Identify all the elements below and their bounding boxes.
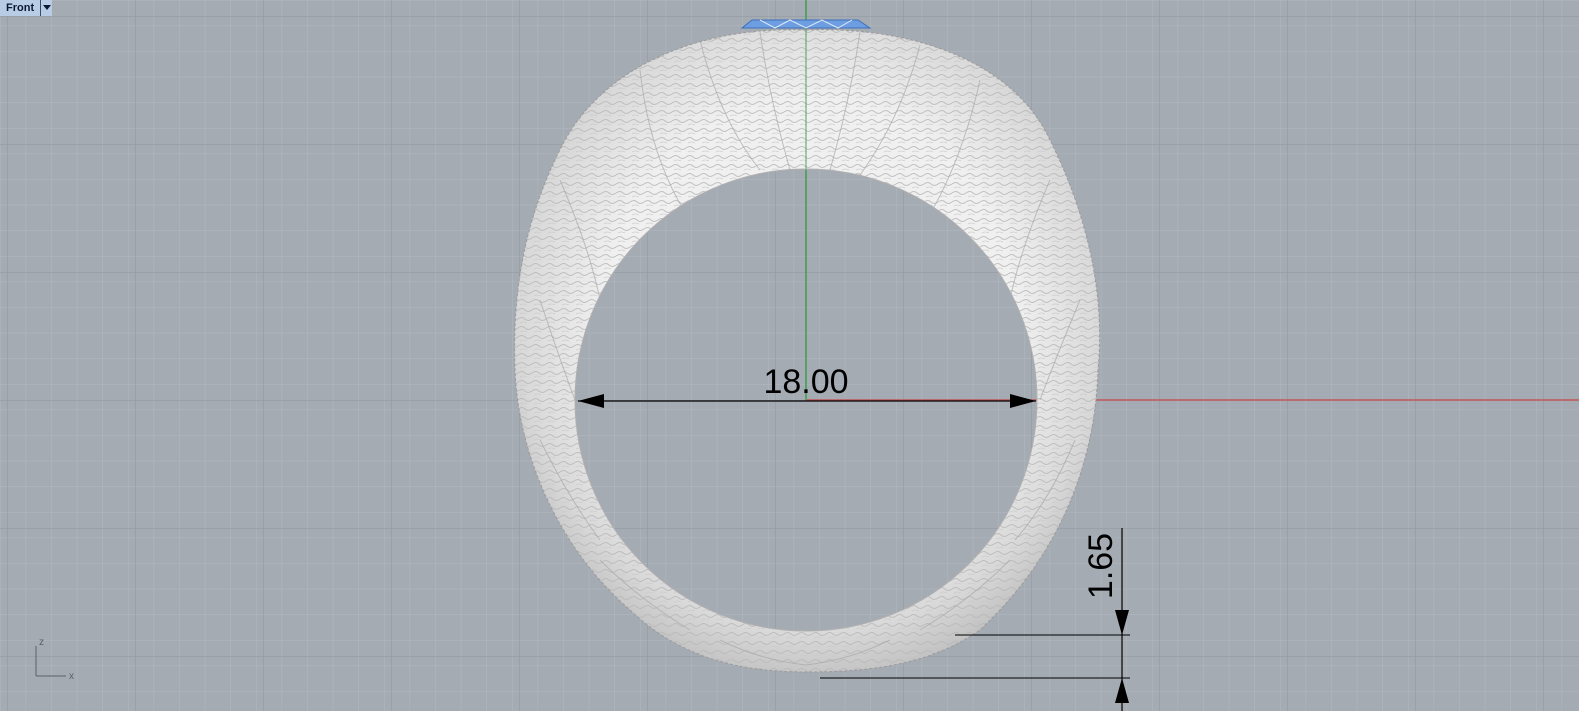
diameter-value: 18.00 (763, 363, 848, 401)
thickness-value: 1.65 (1082, 533, 1120, 599)
chevron-down-icon[interactable] (41, 0, 53, 16)
axis-widget-x-label: x (69, 671, 74, 682)
viewport-title[interactable]: Front (0, 0, 42, 16)
front-viewport[interactable]: 18.00 1.65 z x Front (0, 0, 1579, 711)
viewport-canvas[interactable]: 18.00 1.65 z x (0, 0, 1579, 711)
axis-widget-z-label: z (39, 637, 44, 648)
gem-prongs (740, 19, 872, 29)
ring-model (500, 0, 1120, 690)
viewport-title-tab[interactable]: Front (0, 0, 53, 16)
